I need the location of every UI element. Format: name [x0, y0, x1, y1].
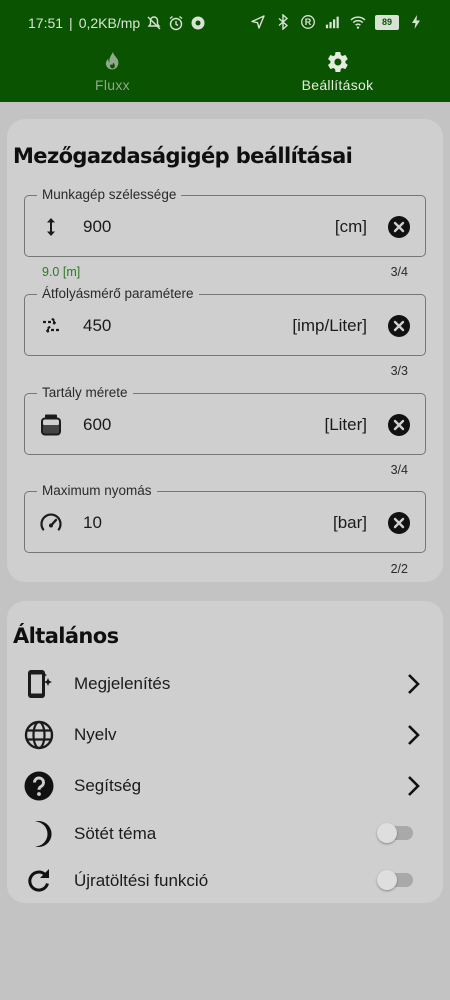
svg-text:R: R — [305, 17, 312, 27]
alarm-icon — [169, 15, 183, 31]
machine-settings-title: Mezőgazdaságigép beállításai — [13, 144, 353, 168]
tab-settings-label: Beállítások — [301, 77, 374, 93]
list-item-language[interactable]: Nyelv — [19, 713, 431, 757]
general-settings-title: Általános — [13, 624, 119, 648]
app-header: 17:51 | 0,2KB/mp R 89 Fluxx Beállítások — [0, 0, 450, 102]
field-helper-text: 9.0 [m] — [42, 265, 81, 279]
toggle-knob — [377, 870, 397, 890]
swap-arrows-icon — [43, 317, 59, 335]
signal-icon — [325, 16, 339, 29]
field-value: 450 — [83, 316, 112, 335]
status-time: 17:51 — [28, 15, 64, 31]
field-label: Maximum nyomás — [37, 483, 157, 498]
bluetooth-icon — [278, 14, 289, 30]
field-label: Tartály mérete — [37, 385, 133, 400]
globe-icon — [24, 720, 54, 750]
list-item-label: Sötét téma — [74, 824, 157, 843]
field-flowmeter-parameter[interactable]: Átfolyásmérő paramétere 450 [imp/Liter] — [24, 286, 426, 356]
tab-fluxx-label: Fluxx — [95, 77, 130, 93]
mute-icon — [147, 16, 161, 30]
chevron-right-icon — [408, 776, 420, 796]
chevron-right-icon — [408, 674, 420, 694]
gear-icon — [327, 51, 348, 73]
field-value: 900 — [83, 217, 112, 236]
tab-settings[interactable]: Beállítások — [225, 46, 450, 102]
field-machine-width[interactable]: Munkagép szélessége 900 [cm] — [24, 187, 426, 257]
status-separator: | — [69, 15, 73, 31]
field-tank-size[interactable]: Tartály mérete 600 [Liter] — [24, 385, 426, 455]
list-item-dark-theme: Sötét téma — [19, 812, 431, 856]
field-unit: [bar] — [332, 513, 367, 532]
field-counter: 3/4 — [390, 463, 408, 477]
field-value: 10 — [83, 513, 102, 532]
list-item-refresh-function: Újratöltési funkció — [19, 859, 431, 903]
registered-icon: R — [301, 15, 315, 29]
field-unit: [cm] — [334, 217, 367, 236]
gauge-icon — [40, 513, 62, 531]
clear-icon[interactable] — [387, 215, 411, 239]
field-max-pressure[interactable]: Maximum nyomás 10 [bar] — [24, 483, 426, 553]
clear-icon[interactable] — [387, 511, 411, 535]
app-notification-icon — [191, 16, 205, 30]
clear-icon[interactable] — [387, 413, 411, 437]
charging-icon — [412, 15, 420, 29]
field-counter: 3/3 — [390, 364, 408, 378]
list-item-label: Megjelenítés — [74, 674, 171, 693]
tab-fluxx[interactable]: Fluxx — [0, 46, 225, 102]
field-counter: 2/2 — [390, 562, 408, 576]
general-settings-card: Általános Megjelenítés Nyelv Segítség Sö… — [7, 601, 443, 903]
list-item-help[interactable]: Segítség — [19, 764, 431, 808]
moon-icon — [35, 821, 52, 847]
field-label: Munkagép szélessége — [37, 187, 182, 202]
field-unit: [imp/Liter] — [292, 316, 367, 335]
help-icon — [24, 771, 54, 801]
status-right: R 89 — [250, 14, 424, 30]
tab-bar: Fluxx Beállítások — [0, 46, 450, 102]
list-item-label: Segítség — [74, 776, 142, 795]
clear-icon[interactable] — [387, 314, 411, 338]
field-label: Átfolyásmérő paramétere — [37, 286, 199, 301]
chevron-right-icon — [408, 725, 420, 745]
list-item-label: Nyelv — [74, 725, 117, 744]
field-counter: 3/4 — [390, 265, 408, 279]
tank-icon — [41, 414, 61, 436]
flame-icon — [105, 52, 118, 70]
field-value: 600 — [83, 415, 112, 434]
refresh-icon — [28, 869, 49, 892]
wifi-icon — [350, 16, 366, 29]
battery-indicator: 89 — [375, 14, 399, 30]
display-settings-icon — [28, 670, 52, 698]
list-item-display[interactable]: Megjelenítés — [19, 662, 431, 706]
vertical-arrows-icon — [47, 218, 55, 236]
location-icon — [251, 15, 265, 29]
refresh-function-toggle[interactable] — [377, 870, 413, 890]
status-bar: 17:51 | 0,2KB/mp R 89 — [0, 0, 450, 46]
toggle-knob — [377, 823, 397, 843]
status-net-speed: 0,2KB/mp — [78, 15, 141, 31]
machine-settings-card: Mezőgazdaságigép beállításai Munkagép sz… — [7, 119, 443, 582]
list-item-label: Újratöltési funkció — [74, 871, 209, 890]
field-unit: [Liter] — [324, 415, 367, 434]
dark-theme-toggle[interactable] — [377, 823, 413, 843]
status-left: 17:51 | 0,2KB/mp — [28, 15, 206, 31]
